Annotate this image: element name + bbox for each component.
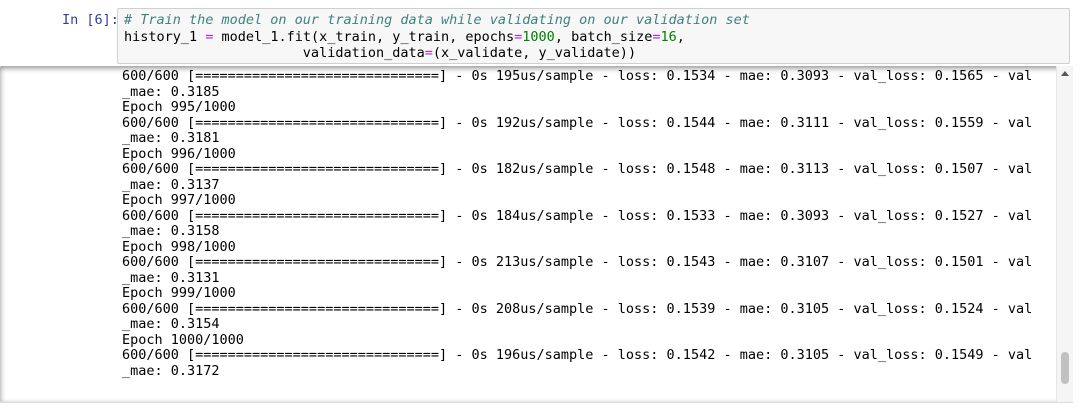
output-line: Epoch 995/1000 bbox=[122, 99, 236, 115]
output-line: 600/600 [==============================]… bbox=[122, 161, 1033, 177]
scrollbar-thumb[interactable] bbox=[1061, 352, 1069, 384]
code-number: 1000 bbox=[522, 28, 555, 45]
output-line: 600/600 [==============================]… bbox=[122, 114, 1033, 131]
output-line: 600/600 [==============================]… bbox=[122, 68, 1033, 84]
output-line: _mae: 0.3131 bbox=[122, 269, 220, 286]
code-line-3: validation_data=(x_validate, y_validate)… bbox=[124, 45, 1069, 62]
output-scrollbar[interactable] bbox=[1056, 66, 1073, 402]
cell-output-scroll-area[interactable]: 600/600 [==============================]… bbox=[0, 66, 1073, 402]
code-editor[interactable]: # Train the model on our training data w… bbox=[117, 8, 1070, 64]
code-token: , bbox=[676, 28, 685, 45]
output-line: 600/600 [==============================]… bbox=[122, 254, 1033, 270]
code-token: validation_data bbox=[124, 45, 425, 61]
code-line-2: history_1 = model_1.fit(x_train, y_train… bbox=[124, 29, 1069, 46]
output-line: 600/600 [==============================]… bbox=[122, 207, 1033, 224]
output-line: _mae: 0.3185 bbox=[122, 83, 220, 100]
notebook-code-cell[interactable]: In [6]: # Train the model on our trainin… bbox=[0, 0, 1080, 415]
code-token: history_1 bbox=[124, 28, 206, 45]
output-line: _mae: 0.3154 bbox=[122, 316, 220, 332]
code-token: model_1.fit(x_train, y_train, epochs bbox=[213, 28, 515, 45]
code-operator: = bbox=[652, 28, 661, 45]
cell-input-row: In [6]: # Train the model on our trainin… bbox=[0, 8, 1080, 66]
code-operator: = bbox=[424, 45, 433, 61]
output-text: 600/600 [==============================]… bbox=[122, 68, 1047, 379]
output-line: _mae: 0.3137 bbox=[122, 176, 220, 193]
output-line: _mae: 0.3181 bbox=[122, 130, 220, 146]
scroll-up-arrow-icon[interactable] bbox=[1061, 71, 1069, 76]
output-line: _mae: 0.3158 bbox=[122, 223, 220, 239]
code-line-1: # Train the model on our training data w… bbox=[124, 12, 1069, 29]
output-line: Epoch 997/1000 bbox=[122, 192, 236, 208]
input-prompt: In [6]: bbox=[62, 12, 119, 28]
output-line: Epoch 999/1000 bbox=[122, 285, 236, 301]
output-line: 600/600 [==============================]… bbox=[122, 347, 1033, 363]
code-token: (x_validate, y_validate)) bbox=[432, 45, 637, 61]
output-line: 600/600 [==============================]… bbox=[122, 300, 1033, 317]
output-line: Epoch 998/1000 bbox=[122, 238, 236, 255]
output-line: Epoch 996/1000 bbox=[122, 145, 236, 162]
output-line: Epoch 1000/1000 bbox=[122, 331, 244, 348]
code-comment: # Train the model on our training data w… bbox=[124, 12, 750, 28]
cell-divider bbox=[0, 402, 1073, 403]
output-line: _mae: 0.3172 bbox=[122, 362, 220, 379]
code-token: , batch_size bbox=[554, 28, 653, 45]
code-number: 16 bbox=[660, 28, 677, 45]
